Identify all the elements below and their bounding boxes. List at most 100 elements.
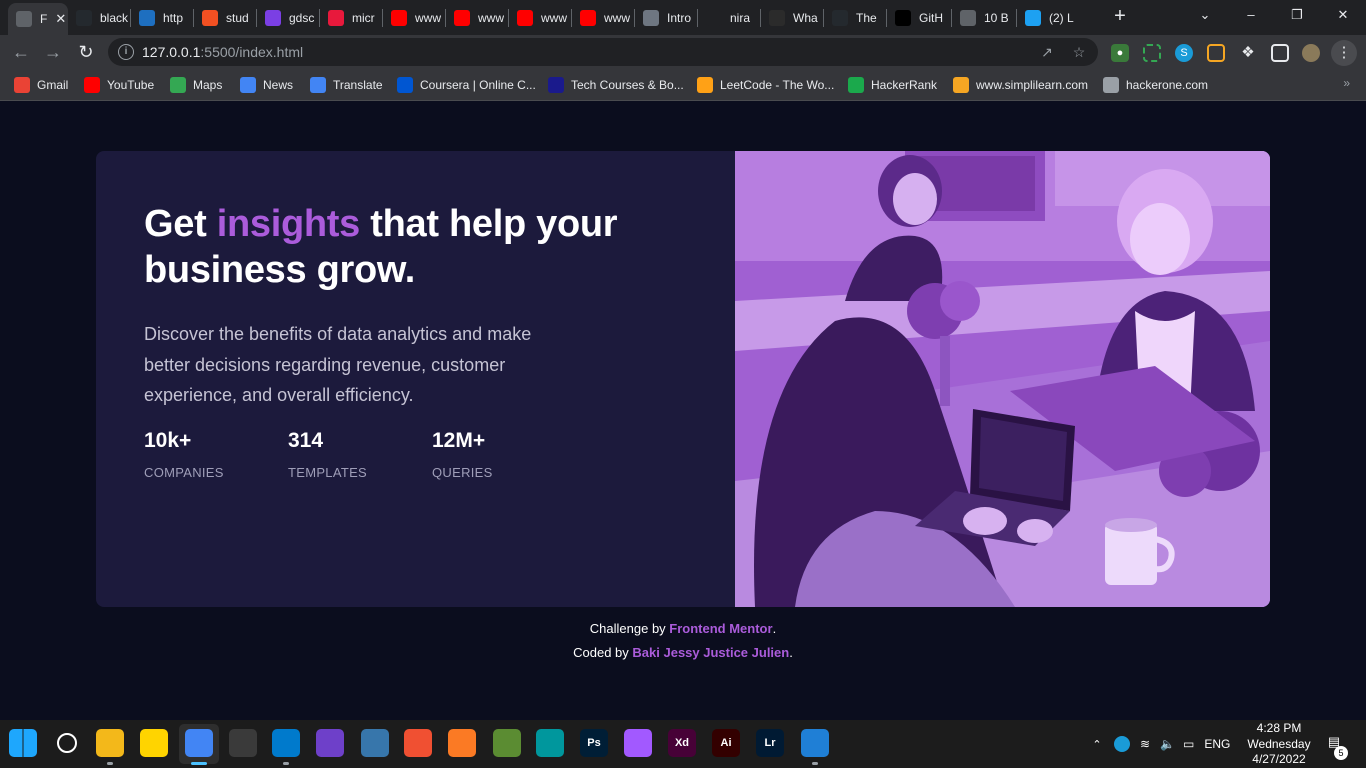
play-icon [139, 9, 155, 26]
profile-avatar[interactable] [1302, 44, 1320, 62]
file-explorer-icon[interactable] [96, 729, 124, 757]
browser-tab[interactable]: www [509, 4, 572, 31]
bookmark-item[interactable]: hackerone.com [1103, 76, 1208, 94]
coursera-icon [397, 77, 413, 93]
python-icon[interactable] [361, 729, 389, 757]
share-icon[interactable]: ↗ [1039, 44, 1055, 60]
bookmark-item[interactable]: Tech Courses & Bo... [548, 76, 684, 94]
bookmark-label: Coursera | Online C... [420, 78, 536, 92]
photos-icon[interactable] [801, 729, 829, 757]
lightroom-icon[interactable]: Lr [756, 729, 784, 757]
browser-menu-icon[interactable]: ⋮ [1331, 40, 1357, 66]
close-window-button[interactable]: ✕ [1320, 0, 1366, 30]
close-tab-icon[interactable]: ✕ [55, 11, 66, 27]
bookmark-item[interactable]: News [240, 76, 293, 94]
browser-tab[interactable]: F ✕ [8, 3, 68, 35]
browser-tab[interactable]: Wha [761, 4, 824, 31]
site-info-icon[interactable]: i [118, 44, 134, 60]
browser-tab[interactable]: black [68, 4, 131, 31]
start-icon[interactable] [9, 729, 37, 757]
browser-tab[interactable]: www [383, 4, 446, 31]
bookmark-item[interactable]: Translate [310, 76, 383, 94]
address-url[interactable]: 127.0.0.1:5500/index.html [142, 44, 303, 60]
browser-tab[interactable]: http [131, 4, 194, 31]
twitter-icon [1025, 9, 1041, 26]
tab-title: Intro [667, 10, 692, 25]
obs-icon[interactable] [229, 729, 257, 757]
bookmark-item[interactable]: YouTube [84, 76, 154, 94]
tab-title: The [856, 10, 877, 25]
side-panel-icon[interactable] [1271, 44, 1289, 62]
extensions-puzzle-icon[interactable]: ❖ [1239, 44, 1257, 62]
extension-screenshot-icon[interactable] [1143, 44, 1161, 62]
bookmark-item[interactable]: Maps [170, 76, 222, 94]
reload-button[interactable]: ↻ [73, 39, 99, 65]
figma-icon[interactable] [624, 729, 652, 757]
simplilearn-icon [953, 77, 969, 93]
tab-title: www [604, 10, 630, 25]
frontend-mentor-link[interactable]: Frontend Mentor [669, 621, 772, 636]
windows-taskbar: ⌃ ≋ 🔈 ▭ ENG 4:28 PM Wednesday 4/27/2022 … [0, 720, 1366, 768]
arduino-icon[interactable] [536, 729, 564, 757]
browser-tab[interactable]: stud [194, 4, 257, 31]
bookmarks-overflow-icon[interactable]: » [1343, 76, 1350, 90]
browser-tab[interactable]: The [824, 4, 887, 31]
browser-tab[interactable]: 10 B [952, 4, 1017, 31]
github-desktop-icon[interactable] [316, 729, 344, 757]
chrome-icon[interactable] [185, 729, 213, 757]
bookmark-item[interactable]: www.simplilearn.com [953, 76, 1088, 94]
tab-title: black [100, 10, 129, 25]
sticky-notes-icon[interactable] [140, 729, 168, 757]
extension-shazam-icon[interactable]: S [1175, 44, 1193, 62]
battery-icon[interactable]: ▭ [1183, 737, 1194, 751]
restore-button[interactable]: ❐ [1274, 0, 1320, 30]
bookmark-item[interactable]: HackerRank [848, 76, 937, 94]
git-icon[interactable] [404, 729, 432, 757]
minecraft-icon[interactable] [493, 729, 521, 757]
address-bar[interactable]: i 127.0.0.1:5500/index.html ↗ ☆ [108, 38, 1098, 66]
browser-tab[interactable]: gdsc [257, 4, 320, 31]
bookmark-label: Tech Courses & Bo... [571, 78, 684, 92]
forward-button[interactable]: → [40, 39, 66, 65]
bookmark-label: hackerone.com [1126, 78, 1209, 92]
language-indicator[interactable]: ENG [1204, 737, 1230, 751]
illustrator-icon[interactable]: Ai [712, 729, 740, 757]
bookmark-item[interactable]: Gmail [14, 76, 68, 94]
vscode-icon[interactable] [272, 729, 300, 757]
challenge-period: . [772, 621, 777, 636]
wifi-icon[interactable]: ≋ [1140, 737, 1150, 751]
browser-tab[interactable]: nira [698, 4, 761, 31]
tab-search-icon[interactable]: ⌄ [1182, 0, 1228, 30]
new-tab-button[interactable]: + [1108, 4, 1132, 28]
tab-title: stud [226, 10, 249, 25]
gmail-icon [14, 77, 30, 93]
terminal-icon [769, 9, 785, 26]
xampp-icon[interactable] [448, 729, 476, 757]
browser-tab[interactable]: GitH [887, 4, 952, 31]
stat-label: TEMPLATES [288, 465, 368, 480]
back-button[interactable]: ← [8, 39, 34, 65]
bookmark-item[interactable]: Coursera | Online C... [397, 76, 536, 94]
minimize-button[interactable]: – [1228, 0, 1274, 30]
taskbar-clock[interactable]: 4:28 PM Wednesday 4/27/2022 [1238, 721, 1320, 768]
tray-app-icon[interactable] [1114, 736, 1130, 752]
attribution: Challenge by Frontend Mentor. Coded by B… [0, 617, 1366, 665]
n-icon [706, 9, 722, 26]
adobe-xd-icon[interactable]: Xd [668, 729, 696, 757]
volume-muted-icon[interactable]: 🔈 [1160, 737, 1175, 751]
extension-globe-icon[interactable]: ● [1111, 44, 1129, 62]
tray-overflow-icon[interactable]: ⌃ [1088, 738, 1106, 751]
photoshop-icon[interactable]: Ps [580, 729, 608, 757]
browser-tab[interactable]: www [446, 4, 509, 31]
browser-tab[interactable]: (2) L [1017, 4, 1080, 31]
browser-tab[interactable]: Intro [635, 4, 698, 31]
browser-tab[interactable]: micr [320, 4, 383, 31]
browser-tab[interactable]: www [572, 4, 635, 31]
system-tray: ⌃ ≋ 🔈 ▭ ENG [1088, 720, 1230, 768]
search-icon[interactable] [57, 733, 77, 753]
extension-capture-icon[interactable] [1207, 44, 1225, 62]
author-link[interactable]: Baki Jessy Justice Julien [632, 645, 789, 660]
bookmark-star-icon[interactable]: ☆ [1071, 44, 1087, 60]
running-indicator [107, 762, 113, 765]
bookmark-item[interactable]: LeetCode - The Wo... [697, 76, 834, 94]
